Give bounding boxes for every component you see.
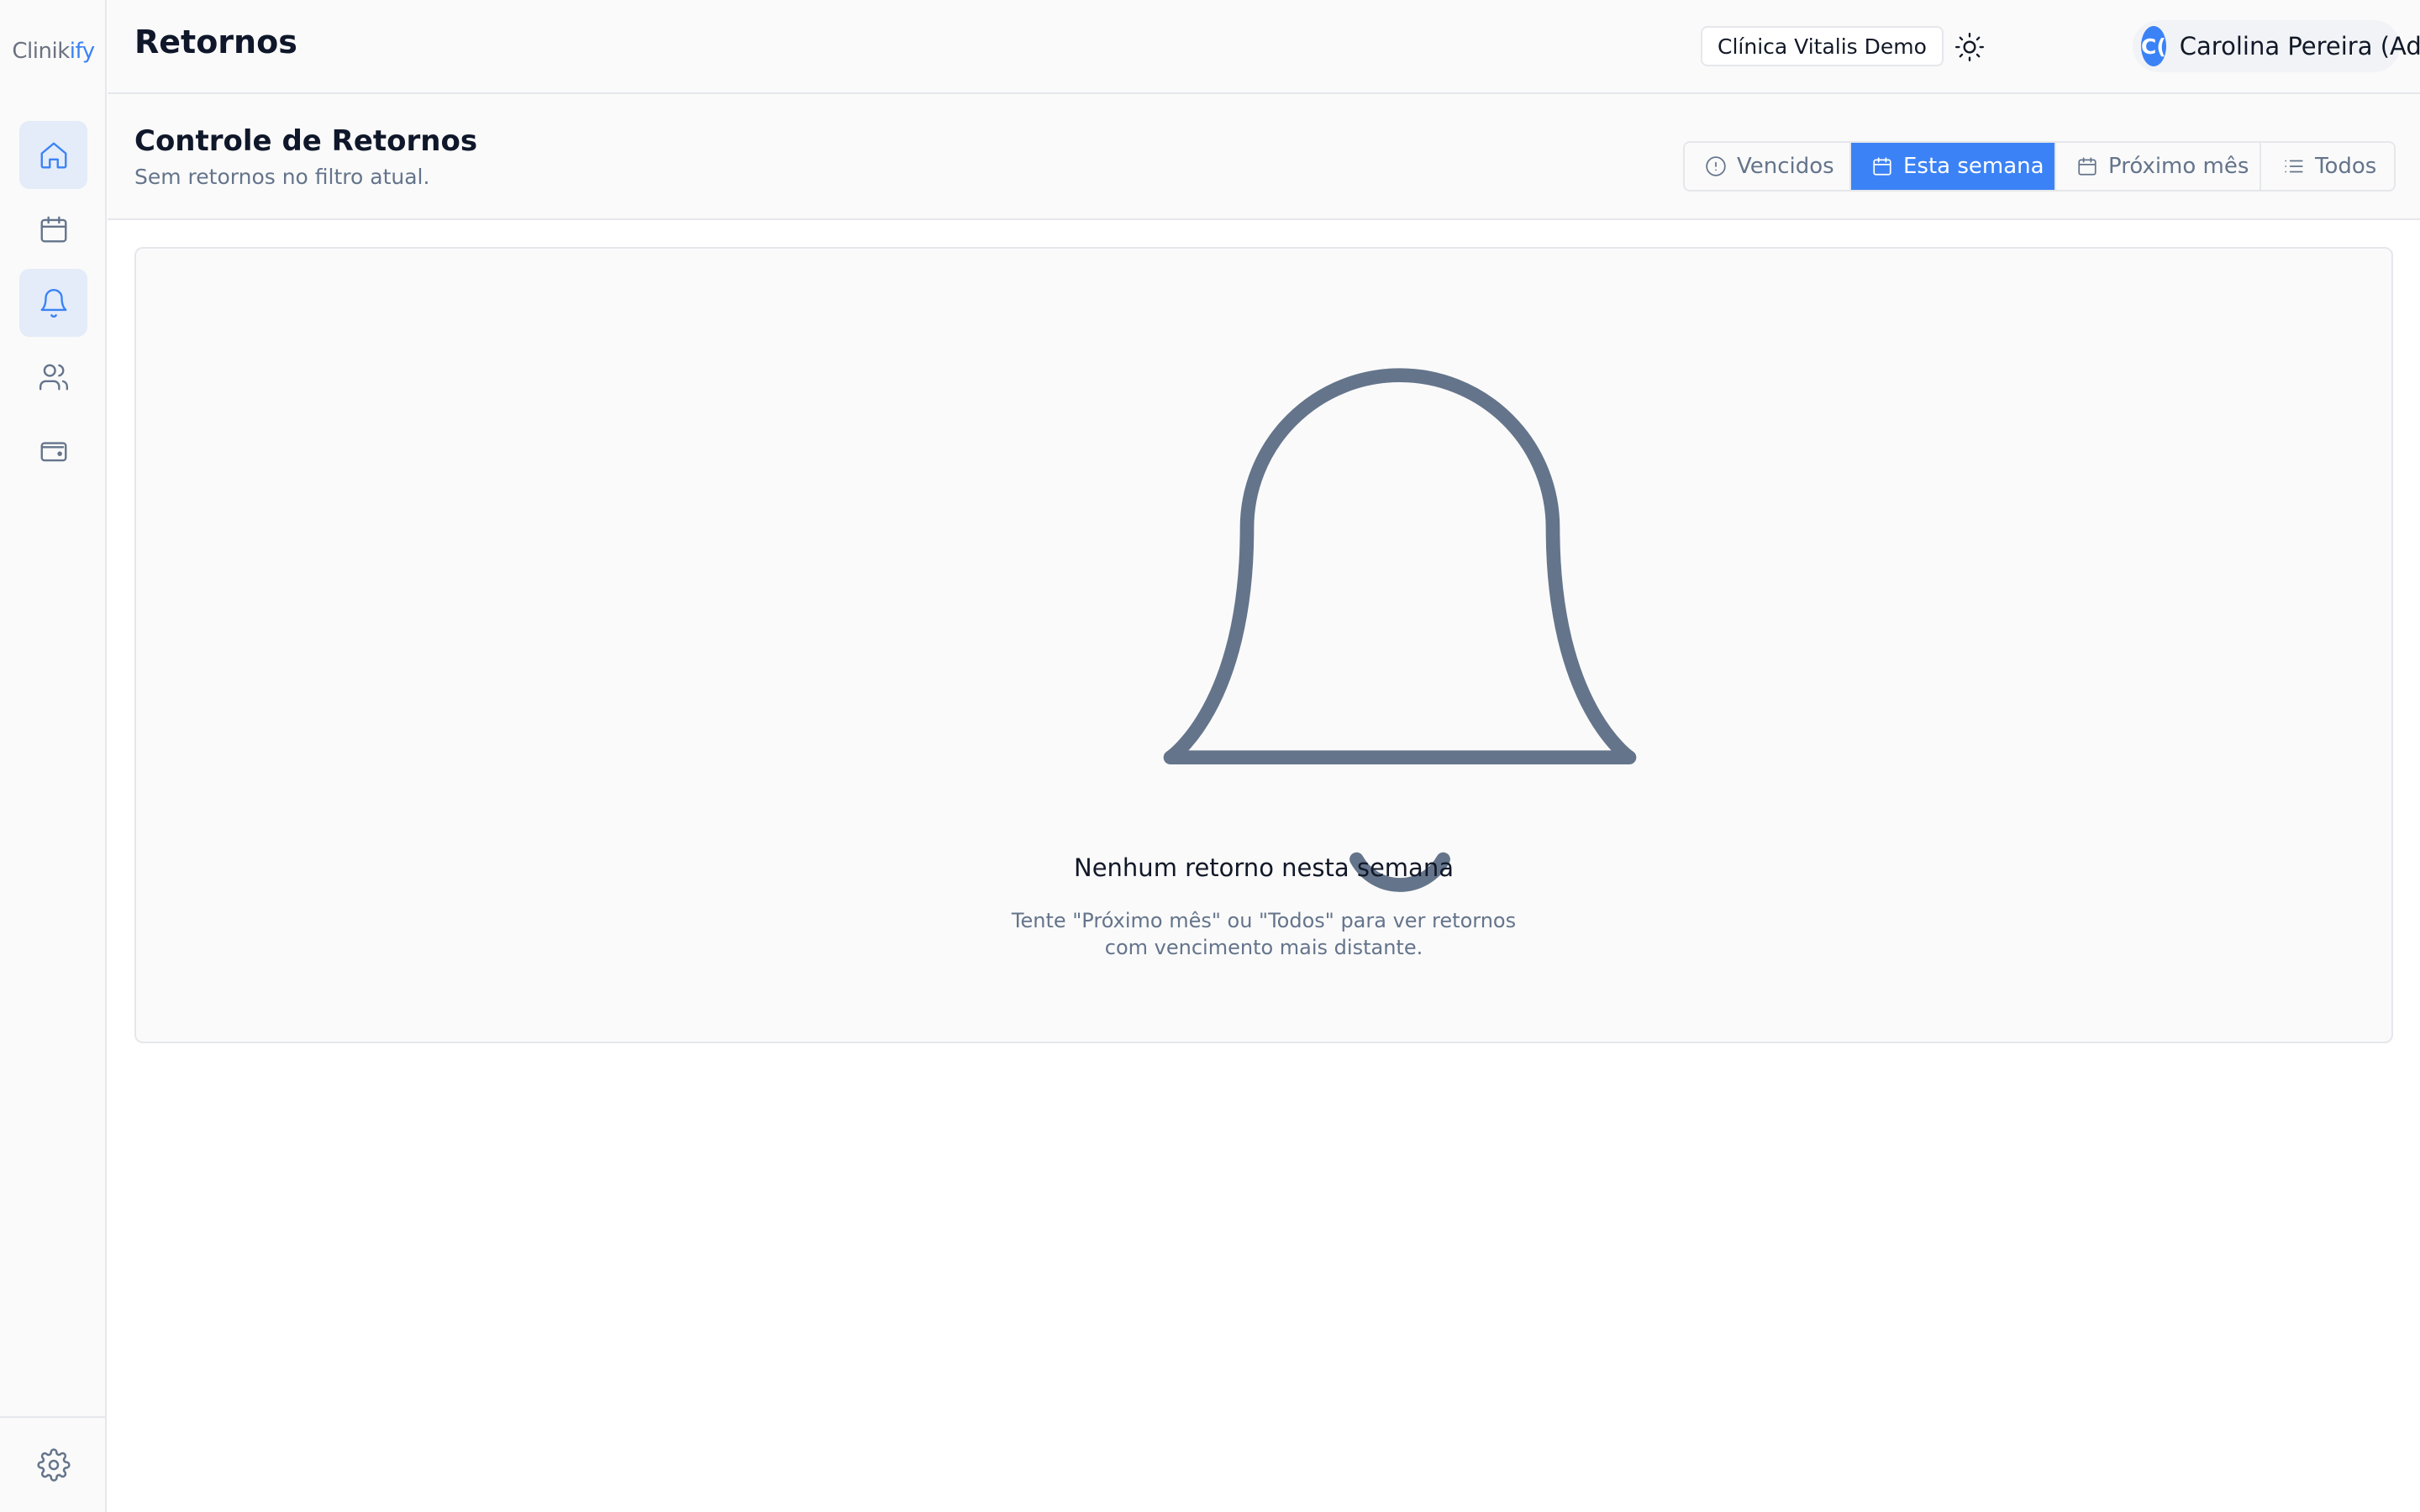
top-header: Retornos Clínica Vitalis Demo C( Carolin… <box>108 0 2420 94</box>
sidebar-settings[interactable] <box>0 1416 107 1512</box>
empty-state-title: Nenhum retorno nesta semana <box>1074 853 1454 882</box>
list-icon <box>2285 160 2303 173</box>
sun-icon <box>1954 32 1985 62</box>
filter-label: Vencidos <box>1737 154 1834 179</box>
section-header: Controle de Retornos Sem retornos no fil… <box>108 94 2420 220</box>
bell-icon <box>40 288 66 318</box>
logo-accent: ify <box>69 39 95 64</box>
bell-icon <box>1163 368 1637 892</box>
home-icon <box>40 142 66 168</box>
users-icon <box>39 364 68 390</box>
gear-icon <box>37 1448 70 1482</box>
alert-circle-icon <box>1706 156 1726 176</box>
user-name: Carolina Pereira (Admin) <box>2179 32 2420 60</box>
filter-todos[interactable]: Todos <box>2261 143 2394 190</box>
sidebar-item-patients[interactable] <box>19 343 87 411</box>
avatar: C( <box>2141 26 2166 66</box>
calendar-icon <box>1873 157 1891 176</box>
empty-state-description-line: com vencimento mais distante. <box>1104 936 1423 959</box>
section-title: Controle de Retornos <box>134 124 478 158</box>
filter-esta-semana[interactable]: Esta semana <box>1851 143 2056 190</box>
empty-state-card: Nenhum retorno nesta semana Tente "Próxi… <box>134 247 2393 1043</box>
empty-state-description-line: Tente "Próximo mês" ou "Todos" para ver … <box>1011 909 1517 932</box>
logo-main: Clinik <box>12 39 70 64</box>
filter-proximo-mes[interactable]: Próximo mês <box>2056 143 2261 190</box>
sidebar-item-finance[interactable] <box>19 417 87 485</box>
filter-label: Próximo mês <box>2108 154 2249 179</box>
calendar-icon <box>40 216 66 242</box>
calendar-icon <box>2078 157 2096 176</box>
user-menu[interactable]: C( Carolina Pereira (Admin) <box>2133 20 2420 72</box>
filter-vencidos[interactable]: Vencidos <box>1685 143 1851 190</box>
wallet-icon <box>40 441 66 461</box>
app-logo[interactable]: Clinikify <box>0 39 107 64</box>
filter-group: Vencidos Esta semana Próximo mês Todos <box>1683 141 2396 192</box>
sidebar-item-home[interactable] <box>19 121 87 189</box>
empty-state-description: Tente "Próximo mês" ou "Todos" para ver … <box>136 907 2391 961</box>
section-subtitle: Sem retornos no filtro atual. <box>134 165 430 189</box>
sidebar-item-calendar[interactable] <box>19 195 87 263</box>
filter-label: Esta semana <box>1903 154 2044 179</box>
theme-toggle-button[interactable] <box>1946 24 1993 71</box>
clinic-selector[interactable]: Clínica Vitalis Demo <box>1701 26 1944 66</box>
filter-label: Todos <box>2315 154 2377 179</box>
page-title: Retornos <box>134 24 297 60</box>
sidebar: Clinikify <box>0 0 107 1512</box>
sidebar-item-retornos[interactable] <box>19 269 87 337</box>
